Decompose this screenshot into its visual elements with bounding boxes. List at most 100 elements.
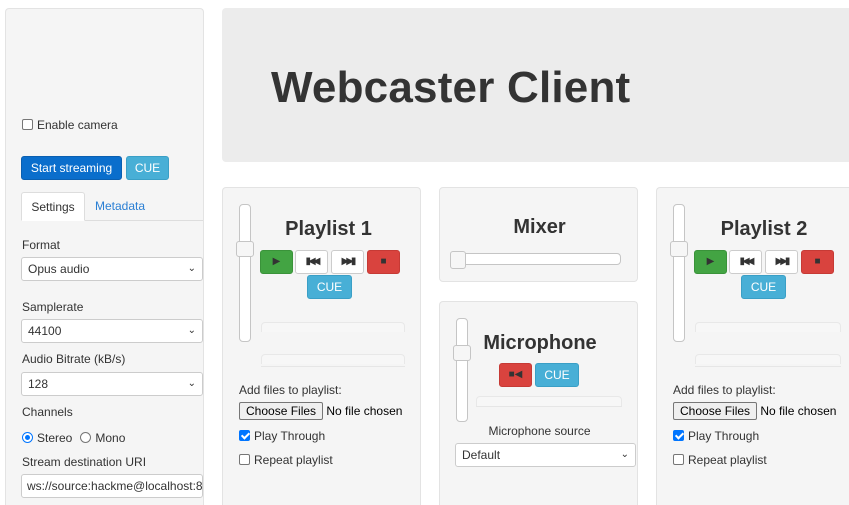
playlist-2-repeat-label: Repeat playlist <box>688 453 767 467</box>
uri-label: Stream destination URI <box>22 455 147 469</box>
playlist-2-next-button[interactable]: ▶▶▮ <box>765 250 798 274</box>
playlist-2-cue-button[interactable]: CUE <box>741 275 786 299</box>
chevron-down-icon: ⌄ <box>187 378 196 389</box>
mixer-title: Mixer <box>513 216 566 238</box>
mixer-crossfader-slider[interactable] <box>450 251 621 269</box>
stereo-label: Stereo <box>37 431 73 445</box>
bitrate-label: Audio Bitrate (kB/s) <box>22 352 126 366</box>
playlist-1-no-file-label: No file chosen <box>326 404 403 418</box>
enable-camera-row[interactable]: Enable camera <box>22 118 118 132</box>
playlist-1-divider <box>261 366 405 367</box>
playlist-1-play-through-row[interactable]: Play Through <box>239 429 325 443</box>
microphone-title: Microphone <box>483 332 597 354</box>
microphone-panel: Microphone ■◀ CUE Microphone source Defa… <box>439 301 638 505</box>
mono-label: Mono <box>95 431 126 445</box>
playlist-1-volume-handle[interactable] <box>236 241 254 257</box>
microphone-source-value: Default <box>462 448 501 462</box>
playlist-1-prev-button[interactable]: ▮◀◀ <box>295 250 328 274</box>
playlist-1-play-through-label: Play Through <box>254 429 326 443</box>
format-select[interactable]: Opus audio ⌄ <box>21 257 203 281</box>
start-streaming-button[interactable]: Start streaming <box>21 156 122 180</box>
microphone-divider <box>476 406 622 407</box>
tab-metadata[interactable]: Metadata <box>88 192 152 220</box>
playlist-1-stop-button[interactable]: ■ <box>367 250 400 274</box>
playlist-1-repeat-label: Repeat playlist <box>254 453 333 467</box>
skip-forward-icon: ▶▶▮ <box>341 256 357 267</box>
playlist-1-panel: Playlist 1 ▶ ▮◀◀ ▶▶▮ ■ CUE Add files to … <box>222 187 421 505</box>
playlist-1-play-button[interactable]: ▶ <box>260 250 293 274</box>
bitrate-select-value: 128 <box>28 377 49 391</box>
sidebar-cue-button[interactable]: CUE <box>126 156 169 180</box>
playlist-2-title: Playlist 2 <box>720 218 808 240</box>
playlist-2-file-input[interactable]: Choose Files No file chosen <box>673 402 836 420</box>
video-camera-icon: ■◀ <box>508 369 523 380</box>
sidebar-panel: Enable camera Start streaming CUE Settin… <box>5 8 204 505</box>
uri-input[interactable]: ws://source:hackme@localhost:8 <box>21 474 203 498</box>
playlist-2-track-bar-2 <box>695 354 841 364</box>
mono-radio[interactable] <box>80 432 92 443</box>
playlist-1-cue-button[interactable]: CUE <box>307 275 352 299</box>
mixer-crossfader-handle[interactable] <box>450 251 466 269</box>
enable-camera-label: Enable camera <box>37 118 118 132</box>
playlist-1-title: Playlist 1 <box>285 218 372 240</box>
playlist-2-volume-handle[interactable] <box>670 241 688 257</box>
playlist-2-play-through-checkbox[interactable] <box>673 430 684 441</box>
playlist-2-repeat-row[interactable]: Repeat playlist <box>673 453 767 467</box>
playlist-2-stop-button[interactable]: ■ <box>801 250 834 274</box>
chevron-down-icon: ⌄ <box>187 325 196 336</box>
stop-icon: ■ <box>814 256 821 267</box>
playlist-1-track-bar <box>261 322 405 332</box>
playlist-1-file-input[interactable]: Choose Files No file chosen <box>239 402 402 420</box>
microphone-volume-handle[interactable] <box>453 345 471 361</box>
playlist-1-track-bar-2 <box>261 354 405 364</box>
playlist-2-play-through-row[interactable]: Play Through <box>673 429 759 443</box>
playlist-1-choose-files-button[interactable]: Choose Files <box>239 402 324 420</box>
playlist-2-divider <box>695 366 841 367</box>
format-select-value: Opus audio <box>28 262 90 276</box>
samplerate-select-value: 44100 <box>28 324 62 338</box>
playlist-2-repeat-checkbox[interactable] <box>673 454 684 465</box>
skip-forward-icon: ▶▶▮ <box>775 256 791 267</box>
mixer-panel: Mixer <box>439 187 638 282</box>
playlist-2-no-file-label: No file chosen <box>760 404 837 418</box>
bitrate-select[interactable]: 128 ⌄ <box>21 372 203 396</box>
playlist-2-add-files-label: Add files to playlist: <box>673 383 776 397</box>
page-title: Webcaster Client <box>271 63 631 112</box>
playlist-2-panel: Playlist 2 ▶ ▮◀◀ ▶▶▮ ■ CUE Add files to … <box>656 187 849 505</box>
channels-radio-group: Stereo Mono <box>22 431 125 445</box>
microphone-level-bar <box>476 396 622 406</box>
microphone-source-select[interactable]: Default ⌄ <box>455 443 636 467</box>
uri-input-value: ws://source:hackme@localhost:8 <box>27 479 203 493</box>
playlist-2-play-button[interactable]: ▶ <box>694 250 727 274</box>
playlist-1-repeat-checkbox[interactable] <box>239 454 250 465</box>
playlist-1-next-button[interactable]: ▶▶▮ <box>331 250 364 274</box>
stop-icon: ■ <box>380 256 387 267</box>
playlist-1-volume-slider[interactable] <box>236 204 254 342</box>
playlist-1-add-files-label: Add files to playlist: <box>239 383 342 397</box>
playlist-1-repeat-row[interactable]: Repeat playlist <box>239 453 333 467</box>
playlist-2-prev-button[interactable]: ▮◀◀ <box>729 250 762 274</box>
chevron-down-icon: ⌄ <box>187 263 196 274</box>
page-header: Webcaster Client <box>222 8 849 162</box>
tab-settings[interactable]: Settings <box>21 192 85 221</box>
channels-label: Channels <box>22 405 73 419</box>
samplerate-select[interactable]: 44100 ⌄ <box>21 319 203 343</box>
playlist-2-choose-files-button[interactable]: Choose Files <box>673 402 758 420</box>
samplerate-label: Samplerate <box>22 300 84 314</box>
stereo-radio[interactable] <box>22 432 33 443</box>
playlist-2-play-through-label: Play Through <box>688 429 760 443</box>
play-icon: ▶ <box>272 256 281 267</box>
microphone-volume-slider[interactable] <box>453 318 471 422</box>
skip-backward-icon: ▮◀◀ <box>739 256 755 267</box>
chevron-down-icon: ⌄ <box>620 449 629 460</box>
playlist-2-volume-slider[interactable] <box>670 204 688 342</box>
playlist-1-play-through-checkbox[interactable] <box>239 430 250 441</box>
microphone-source-label: Microphone source <box>488 424 591 438</box>
skip-backward-icon: ▮◀◀ <box>305 256 321 267</box>
play-icon: ▶ <box>706 256 715 267</box>
playlist-2-track-bar <box>695 322 841 332</box>
format-label: Format <box>22 238 61 252</box>
enable-camera-checkbox[interactable] <box>22 119 33 130</box>
microphone-cue-button[interactable]: CUE <box>535 363 579 387</box>
microphone-record-button[interactable]: ■◀ <box>499 363 532 387</box>
